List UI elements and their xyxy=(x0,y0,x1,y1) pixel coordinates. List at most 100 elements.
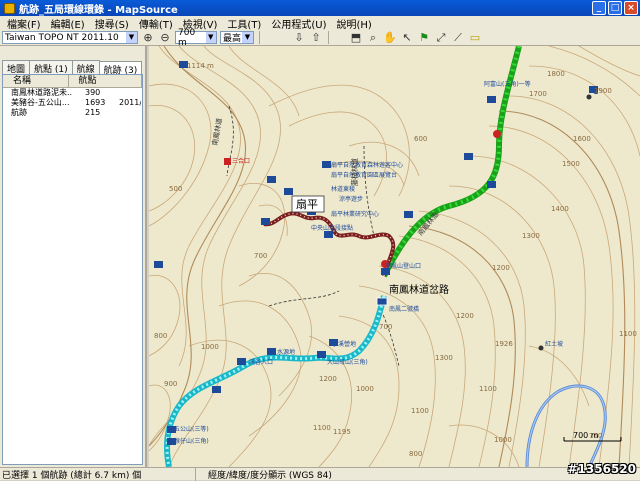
summit-icon[interactable] xyxy=(586,94,592,100)
select-tool-icon[interactable]: ↖ xyxy=(400,31,414,45)
maximize-icon[interactable]: □ xyxy=(608,1,622,15)
camera-icon[interactable] xyxy=(487,96,496,103)
receive-from-device-icon[interactable]: ⇩ xyxy=(292,31,306,45)
toolbar: Taiwan TOPO NT 2011.10 ▼ ⊕ ⊖ 700 m ▼ 最高 … xyxy=(0,28,640,48)
waypoint-label: 扇平林業研究中心 xyxy=(331,210,379,218)
house-icon[interactable] xyxy=(224,158,231,165)
zoom-tool-icon[interactable]: ⌕ xyxy=(366,31,380,45)
list-item[interactable]: 美豬谷-五公山... 1693 2011/ xyxy=(3,98,142,108)
send-to-device-icon[interactable]: ⇧ xyxy=(309,31,323,45)
camera-icon[interactable] xyxy=(261,218,270,225)
status-selection: 已選擇 1 個航跡 (總計 6.7 km) 個 xyxy=(0,467,196,481)
elevation-label: 1000 xyxy=(494,436,512,444)
elevation-label: 1195 xyxy=(333,428,351,436)
elevation-label: 1200 xyxy=(319,375,337,383)
close-icon[interactable]: × xyxy=(624,1,638,15)
waypoint-label: 水源地 xyxy=(277,348,295,356)
menu-utilities[interactable]: 公用程式(U) xyxy=(266,16,331,31)
window-title: 航跡_五局環線環錄 - MapSource xyxy=(19,4,178,16)
menu-edit[interactable]: 編輯(E) xyxy=(46,16,90,31)
elevation-label: 900 xyxy=(164,380,177,388)
elevation-label: 1400 xyxy=(551,205,569,213)
chevron-down-icon[interactable]: ▼ xyxy=(205,32,216,43)
camera-icon[interactable] xyxy=(464,153,473,160)
column-header-name[interactable]: 名稱 xyxy=(3,75,69,87)
status-bar: 已選擇 1 個航跡 (總計 6.7 km) 個 經度/緯度/度分顯示 (WGS … xyxy=(0,467,640,481)
elevation-label: 1300 xyxy=(435,354,453,362)
menu-transfer[interactable]: 傳輸(T) xyxy=(134,16,178,31)
menu-file[interactable]: 檔案(F) xyxy=(2,16,46,31)
zoom-out-icon[interactable]: ⊖ xyxy=(158,31,172,45)
menu-tools[interactable]: 工具(T) xyxy=(222,16,266,31)
elevation-label: 1300 xyxy=(522,232,540,240)
topo-map[interactable]: 扇平 南鳳林道岔路 阿富山(三角)一等 扇平自然教育森林遊客中心 扇平自然教育園… xyxy=(149,46,640,467)
menu-help[interactable]: 說明(H) xyxy=(331,16,376,31)
waypoint-label: 涼亭遊步 xyxy=(339,195,363,203)
elevation-label: 1100 xyxy=(479,385,497,393)
elevation-label: 700 xyxy=(379,323,392,331)
list-item[interactable]: 航跡 215 xyxy=(3,108,142,118)
waypoint-label: 三合口 xyxy=(232,157,250,165)
track-tool-icon[interactable]: ⟋ xyxy=(451,31,465,45)
zoom-scale-select[interactable]: 700 m ▼ xyxy=(175,28,217,48)
list-item[interactable]: 南鳳林道路泥未... 390 xyxy=(3,88,142,98)
toolbar-separator xyxy=(259,31,260,44)
menu-search[interactable]: 搜尋(S) xyxy=(90,16,134,31)
left-pane: 地圖 航點 (1) 航線 航跡 (3) 名稱 航點 南鳳林道路泥未... 390… xyxy=(0,46,147,467)
camera-icon[interactable] xyxy=(487,181,496,188)
track-end-marker[interactable] xyxy=(493,130,501,138)
column-header-points[interactable]: 航點 xyxy=(69,75,142,87)
camera-icon[interactable] xyxy=(212,386,221,393)
brown-track[interactable] xyxy=(263,211,396,277)
zoom-in-icon[interactable]: ⊕ xyxy=(141,31,155,45)
camera-icon[interactable] xyxy=(322,161,331,168)
chevron-down-icon[interactable]: ▼ xyxy=(242,32,253,43)
camera-icon[interactable] xyxy=(284,188,293,195)
chevron-down-icon[interactable]: ▼ xyxy=(126,32,137,43)
title-bar: 航跡_五局環線環錄 - MapSource _ □ × xyxy=(0,0,640,16)
track-points: 1693 xyxy=(85,98,106,107)
measure-tool-icon[interactable]: ▭ xyxy=(468,31,482,45)
waypoint-label: 小溪營地 xyxy=(332,340,356,348)
track-name: 航跡 xyxy=(11,108,27,117)
camera-icon[interactable] xyxy=(154,261,163,268)
map-view[interactable]: 扇平 南鳳林道岔路 阿富山(三角)一等 扇平自然教育森林遊客中心 扇平自然教育園… xyxy=(149,46,640,467)
camera-icon[interactable] xyxy=(317,351,326,358)
left-tabs: 地圖 航點 (1) 航線 航跡 (3) xyxy=(0,46,145,77)
waypoint-label: 五公山(三等) xyxy=(174,425,209,433)
watermark: #1356520 xyxy=(567,462,636,476)
map-tool-icon[interactable]: ⬒ xyxy=(349,31,363,45)
road-label: 南鳳林道岔路 xyxy=(389,283,449,296)
waypoint-label: 猴仔山(三角) xyxy=(174,437,209,445)
detail-value: 最高 xyxy=(223,34,242,44)
camera-icon[interactable] xyxy=(267,348,276,355)
waypoint-label: 溪谷入口 xyxy=(249,358,273,366)
track-name: 南鳳林道路泥未... xyxy=(11,88,73,97)
hand-tool-icon[interactable]: ✋ xyxy=(383,31,397,45)
track-points: 215 xyxy=(85,108,101,117)
camera-icon[interactable] xyxy=(237,358,246,365)
camera-icon[interactable] xyxy=(404,211,413,218)
minimize-icon[interactable]: _ xyxy=(592,1,606,15)
map-product-select[interactable]: Taiwan TOPO NT 2011.10 ▼ xyxy=(2,31,138,44)
waypoint-label: 南鳳二號橋 xyxy=(389,305,419,313)
trailhead-icon[interactable] xyxy=(376,297,388,306)
camera-icon[interactable] xyxy=(324,231,333,238)
elevation-label: 800 xyxy=(154,332,167,340)
waypoint-label: 扇平自然教育森林遊客中心 xyxy=(331,161,403,169)
zoom-scale-value: 700 m xyxy=(178,27,196,48)
road-name: 藤枝林道 xyxy=(350,158,359,186)
track-extra: 2011/ xyxy=(119,98,141,107)
index-contours xyxy=(149,46,626,467)
scale-bar-label: 700 m xyxy=(573,431,599,440)
elevation-label: 1100 xyxy=(619,330,637,338)
waypoint-label: 扇平自然教育園區展覽台 xyxy=(331,171,397,179)
track-list[interactable]: 名稱 航點 南鳳林道路泥未... 390 美豬谷-五公山... 1693 201… xyxy=(2,74,143,465)
camera-icon[interactable] xyxy=(267,176,276,183)
waypoint-flag-icon[interactable]: ⚑ xyxy=(417,31,431,45)
route-tool-icon[interactable]: ⤢ xyxy=(434,31,448,45)
detail-select[interactable]: 最高 ▼ xyxy=(220,31,254,44)
spot-icon[interactable] xyxy=(538,345,544,351)
elevation-label: 1200 xyxy=(492,264,510,272)
elevation-label: 1000 xyxy=(201,343,219,351)
